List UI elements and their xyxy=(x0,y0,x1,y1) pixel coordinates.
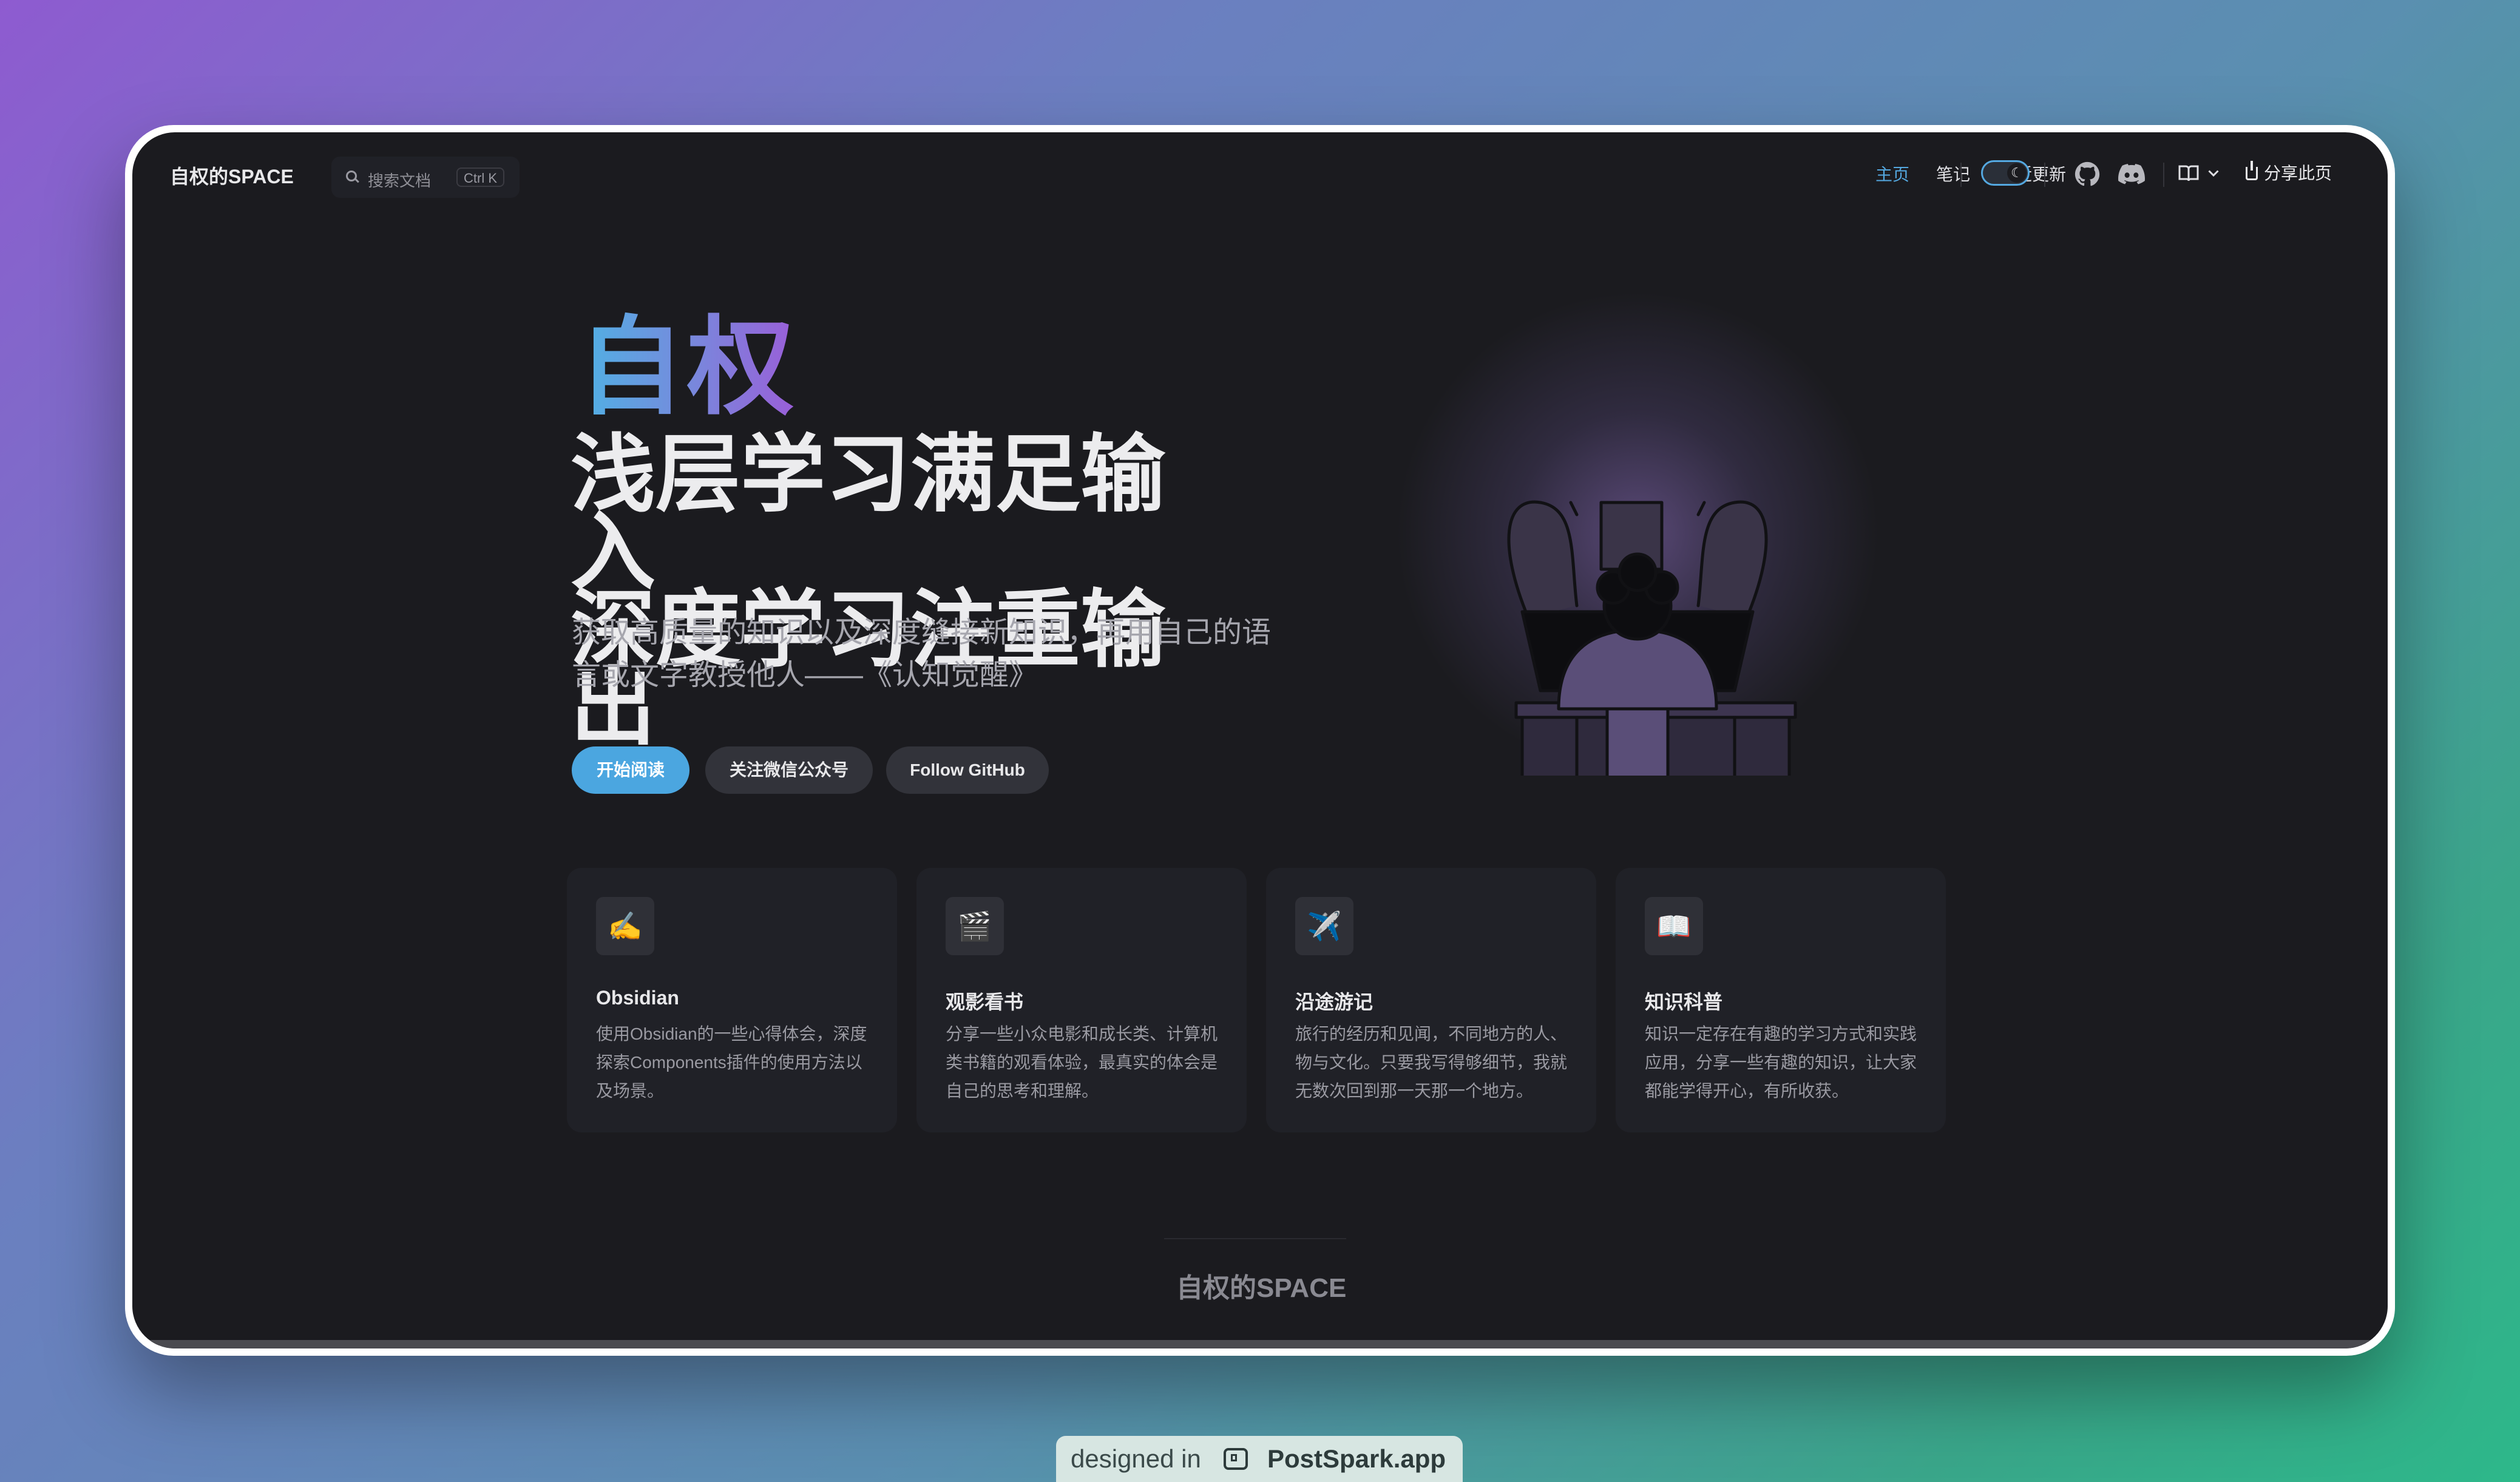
search-shortcut: Ctrl K xyxy=(456,167,504,187)
postspark-watermark[interactable]: designed in PostSpark.app xyxy=(1056,1436,1463,1482)
hero-illustration xyxy=(1395,290,1880,776)
hero-title: 浅层学习满足输入 深度学习注重输出 xyxy=(571,427,1238,750)
start-reading-button[interactable]: 开始阅读 xyxy=(572,746,689,794)
share-icon xyxy=(2246,161,2258,180)
share-label: 分享此页 xyxy=(2264,164,2332,183)
watermark-prefix: designed in xyxy=(1071,1444,1201,1473)
open-book-icon: 📖 xyxy=(1645,897,1703,955)
hero-title-line-1: 浅层学习满足输入 xyxy=(571,427,1166,600)
chevron-down-icon xyxy=(2208,170,2219,177)
nav-divider xyxy=(2163,163,2164,187)
share-page-button[interactable]: 分享此页 xyxy=(2246,160,2332,184)
airplane-icon: ✈️ xyxy=(1295,897,1353,955)
feature-card-travel[interactable]: ✈️ 沿途游记 旅行的经历和见闻，不同地方的人、物与文化。只要我写得够细节，我就… xyxy=(1266,868,1596,1132)
writing-hand-icon: ✍️ xyxy=(596,897,654,955)
search-placeholder: 搜索文档 xyxy=(368,172,432,190)
hero-name: 自权 xyxy=(578,280,796,435)
feature-card-title: 沿途游记 xyxy=(1295,991,1373,1013)
theme-toggle[interactable]: ☾ xyxy=(1981,160,2030,186)
site-brand[interactable]: 自权的SPACE xyxy=(170,161,294,189)
hero-tagline: 获取高质量的知识以及深度缝接新知识，再用自己的语言或文字教授他人——《认知觉醒》 xyxy=(572,617,1272,691)
github-icon[interactable] xyxy=(2075,161,2100,187)
follow-github-button[interactable]: Follow GitHub xyxy=(886,746,1049,794)
feature-card-title: Obsidian xyxy=(596,987,679,1009)
feature-card-movies-books[interactable]: 🎬 观影看书 分享一些小众电影和成长类、计算机类书籍的观看体验，最真实的体会是自… xyxy=(916,868,1247,1132)
feature-card-desc: 旅行的经历和见闻，不同地方的人、物与文化。只要我写得够细节，我就无数次回到那一天… xyxy=(1295,1024,1568,1100)
discord-icon[interactable] xyxy=(2118,163,2145,186)
top-nav: 自权的SPACE 搜索文档 Ctrl K 主页 笔记 最近更新 ☾ 分享此页 xyxy=(132,132,2388,211)
feature-card-desc: 分享一些小众电影和成长类、计算机类书籍的观看体验，最真实的体会是自己的思考和理解… xyxy=(946,1024,1218,1100)
feature-card-title: 知识科普 xyxy=(1645,991,1723,1013)
browser-frame: 自权的SPACE 搜索文档 Ctrl K 主页 笔记 最近更新 ☾ 分享此页 自… xyxy=(125,125,2395,1356)
search-icon xyxy=(346,171,357,181)
feature-card-desc: 使用Obsidian的一些心得体会，深度探索Components插件的使用方法以… xyxy=(596,1024,867,1100)
book-icon xyxy=(2178,165,2199,181)
book-menu[interactable] xyxy=(2178,160,2226,188)
feature-card-title: 观影看书 xyxy=(946,991,1024,1013)
clapper-board-icon: 🎬 xyxy=(946,897,1004,955)
feature-card-knowledge[interactable]: 📖 知识科普 知识一定存在有趣的学习方式和实践应用，分享一些有趣的知识，让大家都… xyxy=(1616,868,1946,1132)
screen-bottom-bar xyxy=(132,1340,2388,1348)
footer-brand: 自权的SPACE xyxy=(1176,1273,1347,1303)
moon-icon: ☾ xyxy=(2007,163,2027,183)
postspark-logo-icon xyxy=(1224,1448,1248,1470)
search-box[interactable]: 搜索文档 Ctrl K xyxy=(331,157,520,198)
feature-card-obsidian[interactable]: ✍️ Obsidian 使用Obsidian的一些心得体会，深度探索Compon… xyxy=(567,868,897,1132)
nav-link-notes[interactable]: 笔记 xyxy=(1936,161,1970,186)
nav-divider xyxy=(2044,163,2045,187)
follow-wechat-button[interactable]: 关注微信公众号 xyxy=(705,746,873,794)
footer-divider xyxy=(1164,1238,1346,1239)
watermark-brand: PostSpark.app xyxy=(1267,1444,1446,1473)
site-screen: 自权的SPACE 搜索文档 Ctrl K 主页 笔记 最近更新 ☾ 分享此页 自… xyxy=(132,132,2388,1348)
nav-divider xyxy=(1960,163,1962,187)
feature-card-desc: 知识一定存在有趣的学习方式和实践应用，分享一些有趣的知识，让大家都能学得开心，有… xyxy=(1645,1024,1917,1100)
nav-link-home[interactable]: 主页 xyxy=(1875,161,1909,186)
person-at-desk-illustration xyxy=(1507,500,1797,776)
